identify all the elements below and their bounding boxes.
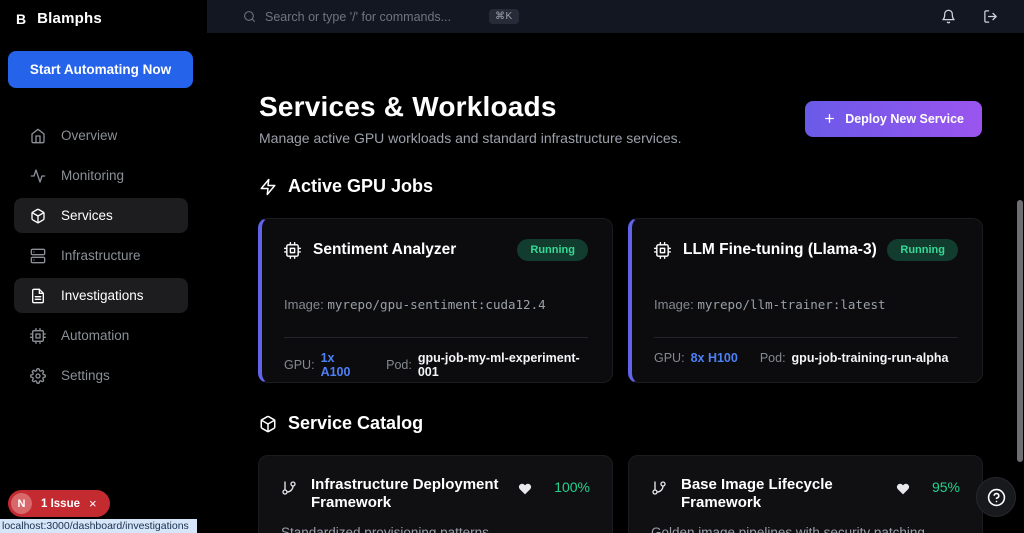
search-input[interactable] xyxy=(265,9,480,24)
gpu-label: GPU: xyxy=(284,358,315,372)
catalog-description: Golden image pipelines with security pat… xyxy=(651,525,929,533)
sidebar-item-label: Services xyxy=(61,208,113,223)
pod-label: Pod: xyxy=(759,351,786,365)
logo-icon: B xyxy=(16,10,27,27)
shortcut-badge: ⌘K xyxy=(489,9,519,24)
server-icon xyxy=(30,248,46,263)
sidebar-item-label: Automation xyxy=(61,328,130,343)
divider xyxy=(284,337,588,338)
search-icon xyxy=(244,11,255,22)
bell-icon[interactable] xyxy=(941,9,956,24)
sidebar-item-overview[interactable]: Overview xyxy=(14,118,188,153)
status-badge: Running xyxy=(517,239,588,261)
health-value: 95% xyxy=(931,479,960,495)
document-icon xyxy=(31,288,44,303)
help-button[interactable] xyxy=(976,477,1016,517)
sidebar-item-label: Monitoring xyxy=(61,168,125,183)
cube-icon xyxy=(31,208,45,223)
job-title: Sentiment Analyzer xyxy=(313,241,457,258)
main-content: Services & Workloads Manage active GPU w… xyxy=(207,33,1024,533)
catalog-description: Standardized provisioning patterns xyxy=(281,525,489,533)
chip-icon xyxy=(654,241,671,259)
page-subtitle: Manage active GPU workloads and standard… xyxy=(259,130,682,146)
sidebar-item-monitoring[interactable]: Monitoring xyxy=(14,158,188,193)
plus-icon xyxy=(825,114,835,123)
image-label: Image: xyxy=(284,297,324,312)
section-active-gpu-jobs: Active GPU Jobs xyxy=(259,176,1024,197)
cpu-icon xyxy=(30,327,46,344)
catalog-card[interactable]: Base Image Lifecycle Framework 95% Golde… xyxy=(628,455,983,533)
catalog-title: Infrastructure Deployment Framework xyxy=(311,476,499,511)
activity-icon xyxy=(30,168,46,183)
git-branch-icon xyxy=(282,481,296,495)
divider xyxy=(654,337,958,338)
sidebar-item-label: Overview xyxy=(61,128,118,143)
logout-icon[interactable] xyxy=(983,9,998,24)
image-label: Image: xyxy=(654,297,694,312)
pod-value: gpu-job-my-ml-experiment-001 xyxy=(417,351,580,379)
zap-icon xyxy=(260,178,276,195)
app-title: Blamphs xyxy=(37,10,102,27)
vertical-scrollbar[interactable] xyxy=(1017,200,1023,462)
cube-icon xyxy=(260,415,276,432)
help-circle-icon xyxy=(987,488,1005,506)
sidebar-item-label: Investigations xyxy=(61,288,144,303)
sidebar-item-settings[interactable]: Settings xyxy=(14,358,188,393)
global-search[interactable]: ⌘K xyxy=(243,9,519,24)
start-automating-button[interactable]: Start Automating Now xyxy=(8,51,193,88)
sidebar-item-investigations[interactable]: Investigations xyxy=(14,278,188,313)
heart-icon xyxy=(896,483,910,495)
home-icon xyxy=(31,128,45,143)
section-title: Service Catalog xyxy=(288,413,424,433)
sidebar-item-label: Settings xyxy=(61,368,110,383)
gpu-value: 1x A100 xyxy=(320,351,351,379)
issue-badge[interactable]: N 1 Issue × xyxy=(8,490,110,517)
sidebar: B Blamphs Start Automating Now Overview … xyxy=(0,0,207,533)
git-branch-icon xyxy=(652,481,666,495)
sidebar-item-label: Infrastructure xyxy=(61,248,141,263)
sidebar-nav: Overview Monitoring Services Infrastruct… xyxy=(0,118,207,393)
close-icon[interactable]: × xyxy=(89,497,97,510)
job-title: LLM Fine-tuning (Llama-3) xyxy=(683,241,877,258)
gpu-job-card[interactable]: LLM Fine-tuning (Llama-3) Running Image:… xyxy=(628,218,983,383)
section-title: Active GPU Jobs xyxy=(288,176,434,196)
sidebar-item-services[interactable]: Services xyxy=(14,198,188,233)
sidebar-item-infrastructure[interactable]: Infrastructure xyxy=(14,238,188,273)
catalog-card[interactable]: Infrastructure Deployment Framework 100%… xyxy=(258,455,613,533)
deploy-new-service-button[interactable]: Deploy New Service xyxy=(805,100,982,137)
sidebar-item-automation[interactable]: Automation xyxy=(14,318,188,353)
health-indicator: 95% xyxy=(896,476,960,496)
chip-icon xyxy=(284,241,301,259)
image-value: myrepo/gpu-sentiment:cuda12.4 xyxy=(327,297,546,312)
status-badge: Running xyxy=(887,239,958,261)
link-preview-statusbar: localhost:3000/dashboard/investigations xyxy=(0,519,197,533)
heart-icon xyxy=(519,483,532,495)
gpu-value: 8x H100 xyxy=(690,351,738,365)
app-root: ⌘K B Blamphs Start Automating Now Overvi… xyxy=(0,0,1024,533)
section-service-catalog: Service Catalog xyxy=(259,413,1024,434)
health-indicator: 100% xyxy=(518,476,590,496)
pod-label: Pod: xyxy=(386,358,412,372)
page-title: Services & Workloads xyxy=(259,91,557,122)
gear-icon xyxy=(30,367,46,384)
gpu-job-card[interactable]: Sentiment Analyzer Running Image: myrepo… xyxy=(258,218,613,383)
pod-value: gpu-job-training-run-alpha xyxy=(791,351,949,365)
issue-avatar: N xyxy=(11,493,32,514)
issue-count-label: 1 Issue xyxy=(41,497,80,510)
image-value: myrepo/llm-trainer:latest xyxy=(697,297,886,312)
brand: B Blamphs xyxy=(0,0,207,27)
health-value: 100% xyxy=(554,479,590,495)
gpu-label: GPU: xyxy=(654,351,685,365)
catalog-title: Base Image Lifecycle Framework xyxy=(681,476,833,511)
topbar: ⌘K xyxy=(207,0,1024,33)
